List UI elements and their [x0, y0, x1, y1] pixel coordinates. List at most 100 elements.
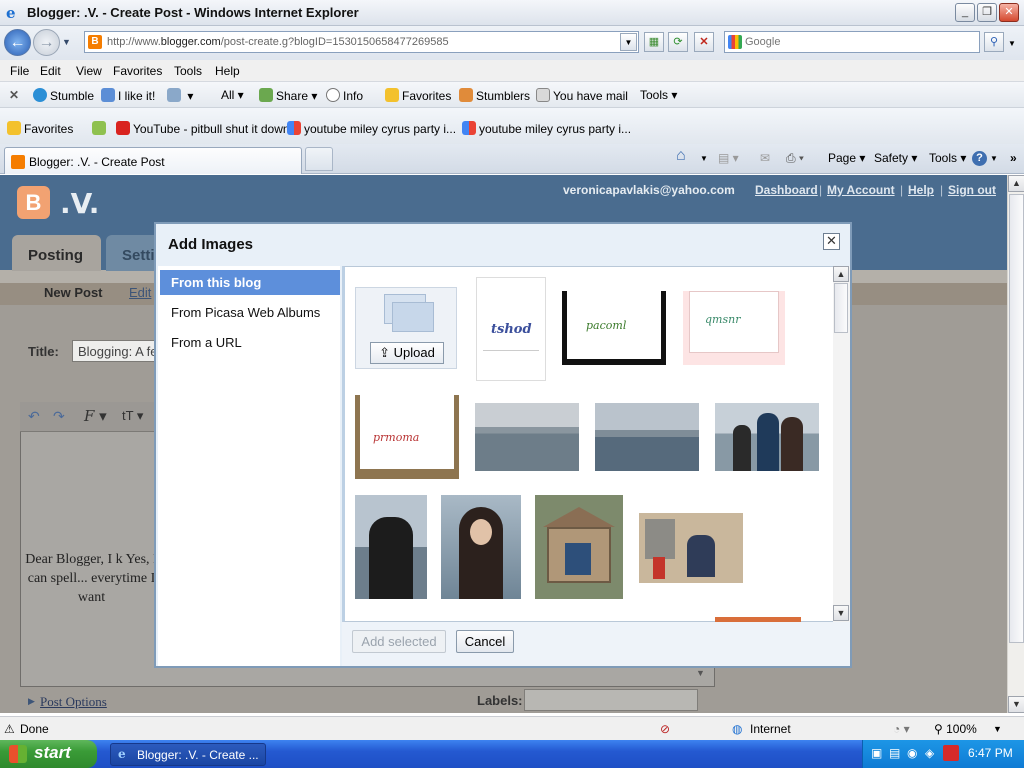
network-icon[interactable]: ▣ [871, 746, 882, 760]
page-scrollbar[interactable]: ▲ ▼ [1007, 175, 1024, 713]
help-link[interactable]: Help [908, 183, 934, 197]
sign-out-link[interactable]: Sign out [948, 183, 996, 197]
menu-file[interactable]: File [10, 64, 29, 78]
menu-edit[interactable]: Edit [40, 64, 61, 78]
all-dropdown[interactable]: All ▾ [221, 88, 244, 102]
home-dropdown-icon[interactable]: ▼ [700, 154, 708, 163]
tab-posting[interactable]: Posting [12, 235, 101, 271]
menu-favorites[interactable]: Favorites [113, 64, 162, 78]
i-like-it-button[interactable]: I like it! [101, 88, 155, 103]
my-account-link[interactable]: My Account [827, 183, 895, 197]
nav-from-url[interactable]: From a URL [160, 330, 340, 355]
image-thumbnail[interactable]: pacoml [562, 291, 666, 365]
cancel-button[interactable]: Cancel [456, 630, 514, 653]
compatibility-view-icon[interactable]: ▦ [644, 32, 664, 52]
post-options-link[interactable]: Post Options [40, 694, 107, 710]
image-thumbnail-interior[interactable] [639, 513, 743, 583]
mail-button[interactable]: You have mail [536, 88, 628, 103]
upload-button[interactable]: ⇪ Upload [370, 342, 444, 364]
share-button[interactable]: Share ▾ [259, 88, 317, 103]
recent-pages-dropdown-icon[interactable]: ▼ [62, 37, 71, 47]
add-selected-button[interactable]: Add selected [352, 630, 446, 653]
warning-icon[interactable]: ⚠ [4, 722, 15, 736]
labels-input[interactable] [524, 689, 698, 711]
image-thumbnail-portrait[interactable] [441, 495, 521, 599]
search-go-button[interactable]: ⚲ [984, 32, 1004, 52]
print-icon[interactable]: ⎙ ▾ [786, 151, 804, 166]
close-window-button[interactable]: ✕ [999, 3, 1019, 22]
taskbar-item-ie[interactable]: e Blogger: .V. - Create ... [110, 743, 266, 766]
stumble-button[interactable]: Stumble [33, 88, 94, 103]
zoom-dropdown-icon[interactable]: ▼ [993, 724, 1002, 734]
zoom-level[interactable]: ⚲ 100% [934, 722, 977, 736]
fav-link-youtube[interactable]: YouTube - pitbull shut it down [116, 121, 290, 136]
font-icon[interactable]: F ▾ [84, 407, 107, 425]
info-button[interactable]: Info [326, 88, 363, 103]
feeds-icon[interactable]: ▤ ▾ [718, 151, 739, 165]
address-bar[interactable]: B http://www.blogger.com/post-create.g?b… [84, 31, 639, 53]
dialog-scroll-thumb[interactable] [834, 283, 848, 333]
image-thumbnail-people[interactable] [715, 403, 819, 471]
forward-button[interactable]: → [33, 29, 60, 56]
new-tab-button[interactable] [305, 147, 333, 171]
dialog-close-icon[interactable]: ✕ [823, 233, 840, 250]
antivirus-icon[interactable] [943, 745, 959, 761]
upload-tile[interactable]: ⇪ Upload [355, 287, 457, 369]
thumbs-down-button[interactable]: ▾ [167, 88, 193, 103]
blogger-logo-icon[interactable]: B [17, 186, 50, 219]
close-toolbar-icon[interactable]: ✕ [9, 88, 19, 102]
home-icon[interactable]: ⌂ [676, 147, 686, 165]
nav-from-this-blog[interactable]: From this blog [160, 270, 340, 295]
add-favorite-icon[interactable] [92, 121, 109, 136]
subtab-edit-posts[interactable]: Edit [129, 285, 151, 300]
redo-icon[interactable]: ↷ [53, 408, 65, 425]
help-dropdown-icon[interactable]: ▼ [990, 154, 998, 163]
editor-scroll-down-icon[interactable]: ▼ [696, 668, 705, 678]
refresh-button[interactable]: ⟳ [668, 32, 688, 52]
font-size-icon[interactable]: tT ▾ [122, 408, 143, 424]
image-thumbnail-couple[interactable] [355, 495, 427, 599]
restore-button[interactable]: ❐ [977, 3, 997, 22]
image-thumbnail-bridge[interactable] [595, 403, 699, 471]
address-dropdown-button[interactable]: ▼ [620, 33, 637, 51]
back-button[interactable]: ← [4, 29, 31, 56]
stumblers-button[interactable]: Stumblers [459, 88, 530, 103]
nav-from-picasa[interactable]: From Picasa Web Albums [160, 300, 340, 325]
dialog-scrollbar[interactable]: ▲ ▼ [833, 266, 850, 622]
stop-button[interactable]: ✕ [694, 32, 714, 52]
fav-link-miley-1[interactable]: youtube miley cyrus party i... [287, 121, 456, 136]
minimize-button[interactable]: _ [955, 3, 975, 22]
help-icon[interactable]: ? [972, 151, 987, 166]
scroll-down-button[interactable]: ▼ [1008, 696, 1024, 713]
dialog-scroll-up-button[interactable]: ▲ [833, 266, 849, 282]
tab-create-post[interactable]: Blogger: .V. - Create Post [4, 147, 302, 174]
tools-menu[interactable]: Tools ▾ [929, 151, 966, 165]
tools-toolbar-dropdown[interactable]: Tools ▾ [640, 88, 677, 102]
chevron-right-icon[interactable]: » [1010, 151, 1017, 165]
search-options-icon[interactable]: ▼ [1008, 39, 1016, 48]
favorites-button[interactable]: Favorites [7, 121, 73, 136]
image-thumbnail[interactable]: tshod [476, 277, 546, 381]
tray-app-icon[interactable]: ◈ [925, 746, 934, 760]
undo-icon[interactable]: ↶ [28, 408, 40, 425]
volume-icon[interactable]: ◉ [907, 746, 917, 760]
dialog-scroll-down-button[interactable]: ▼ [833, 605, 849, 621]
protected-mode-icon[interactable]: ◔ ▾ [893, 722, 910, 736]
read-mail-icon[interactable]: ✉ [760, 151, 770, 165]
popup-blocker-icon[interactable]: ⊘ [660, 722, 670, 736]
search-input[interactable]: Google [724, 31, 980, 53]
safety-menu[interactable]: Safety ▾ [874, 151, 917, 165]
scroll-thumb[interactable] [1009, 194, 1024, 643]
image-thumbnail-playhouse[interactable] [535, 495, 623, 599]
image-thumbnail-bay[interactable] [475, 403, 579, 471]
menu-view[interactable]: View [76, 64, 102, 78]
security-icon[interactable]: ▤ [889, 746, 900, 760]
menu-tools[interactable]: Tools [174, 64, 202, 78]
fav-link-miley-2[interactable]: youtube miley cyrus party i... [462, 121, 631, 136]
menu-help[interactable]: Help [215, 64, 240, 78]
dashboard-link[interactable]: Dashboard [755, 183, 818, 197]
start-button[interactable]: start [0, 740, 97, 768]
favorites-toolbar-button[interactable]: Favorites [385, 88, 451, 103]
image-thumbnail[interactable]: qmsnr [683, 291, 785, 365]
scroll-up-button[interactable]: ▲ [1008, 175, 1024, 192]
